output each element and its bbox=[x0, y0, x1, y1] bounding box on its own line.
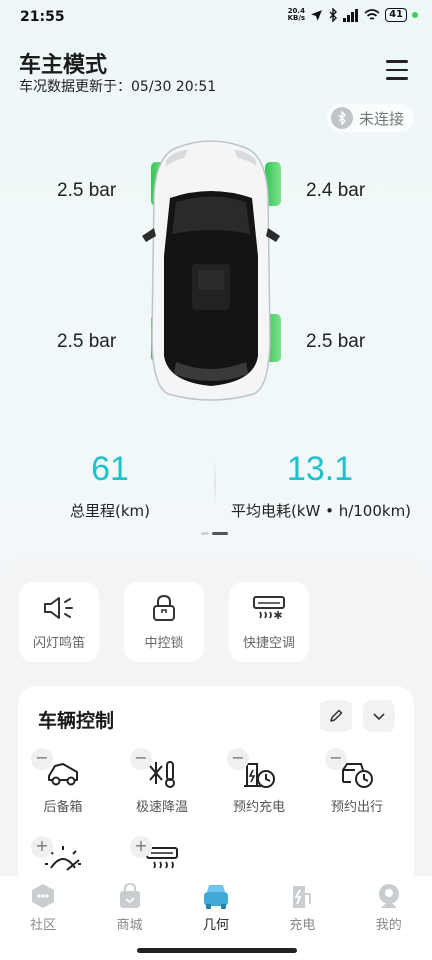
control-icon-wrap: − bbox=[312, 748, 402, 792]
page-title: 车主模式 bbox=[19, 53, 108, 78]
battery-indicator: 41 bbox=[385, 8, 407, 22]
tyre-pressure-rear-left: 2.5 bar bbox=[57, 331, 117, 352]
pencil-icon bbox=[330, 709, 343, 722]
remove-badge[interactable]: − bbox=[130, 748, 152, 770]
control-scheduled-charging[interactable]: − 预约充电 bbox=[214, 748, 304, 815]
tyre-pressure-rear-right: 2.5 bar bbox=[306, 331, 366, 352]
quick-action-label: 闪灯鸣笛 bbox=[32, 635, 85, 651]
menu-icon-line bbox=[386, 77, 408, 80]
menu-icon bbox=[386, 60, 408, 63]
page-indicator bbox=[201, 532, 228, 535]
nav-label: 社区 bbox=[30, 918, 57, 933]
quick-action-horn-flash[interactable]: 闪灯鸣笛 bbox=[19, 582, 99, 662]
add-badge[interactable]: + bbox=[130, 836, 152, 858]
signal-icon bbox=[343, 8, 359, 22]
shop-icon bbox=[119, 882, 140, 908]
consumption-label: 平均电耗(kW • h/100km) bbox=[230, 502, 412, 520]
quick-action-air-conditioner[interactable]: 快捷空调 bbox=[229, 582, 309, 662]
home-indicator[interactable] bbox=[137, 948, 297, 953]
menu-icon-line bbox=[386, 68, 408, 71]
chevron-down-icon bbox=[373, 713, 385, 721]
control-icon-wrap: + bbox=[18, 836, 108, 880]
connection-label: 未连接 bbox=[358, 109, 404, 128]
control-label: 后备箱 bbox=[43, 800, 83, 815]
bluetooth-icon bbox=[329, 8, 338, 22]
menu-button[interactable] bbox=[386, 60, 408, 80]
tyre-pressure-front-right: 2.4 bar bbox=[306, 180, 366, 201]
nav-label: 几何 bbox=[202, 918, 229, 933]
mileage-label: 总里程(km) bbox=[69, 502, 150, 520]
network-speed: 20.4 KB/s bbox=[288, 8, 305, 22]
stats-divider bbox=[214, 460, 216, 504]
charging-icon bbox=[293, 886, 312, 908]
control-heater[interactable]: + bbox=[117, 836, 207, 880]
control-label: 预约出行 bbox=[330, 800, 383, 815]
nav-label: 充电 bbox=[289, 918, 316, 933]
status-time: 21:55 bbox=[20, 9, 65, 25]
consumption-value: 13.1 bbox=[286, 450, 354, 488]
privacy-dot bbox=[412, 12, 418, 18]
connection-status[interactable]: 未连接 bbox=[326, 104, 414, 132]
car-top-view bbox=[142, 140, 281, 401]
status-icons: 20.4 KB/s 41 bbox=[288, 8, 418, 22]
location-icon bbox=[311, 9, 322, 21]
nav-profile[interactable]: 我的 bbox=[354, 882, 424, 960]
control-scheduled-trip[interactable]: − 预约出行 bbox=[312, 748, 402, 815]
horn-flash-icon bbox=[44, 596, 73, 619]
car-icon bbox=[203, 885, 228, 909]
update-time: 05/30 20:51 bbox=[131, 79, 217, 95]
nav-label: 我的 bbox=[375, 918, 402, 933]
control-label: 预约充电 bbox=[232, 800, 285, 815]
control-icon-wrap: − bbox=[117, 748, 207, 792]
quick-action-label: 快捷空调 bbox=[242, 635, 295, 651]
wifi-icon bbox=[364, 8, 380, 20]
quick-action-central-lock[interactable]: 中控锁 bbox=[124, 582, 204, 662]
collapse-button[interactable] bbox=[363, 700, 395, 732]
control-trunk[interactable]: − 后备箱 bbox=[18, 748, 108, 815]
bluetooth-icon bbox=[330, 107, 353, 129]
page-dot bbox=[201, 532, 209, 535]
control-icon-wrap: − bbox=[214, 748, 304, 792]
control-icon-wrap: + bbox=[117, 836, 207, 880]
control-sunshade[interactable]: + bbox=[18, 836, 108, 880]
add-badge[interactable]: + bbox=[31, 836, 53, 858]
update-info: 车况数据更新于：05/30 20:51 bbox=[19, 76, 216, 96]
lock-icon bbox=[153, 594, 175, 621]
tyre-pressure-front-left: 2.5 bar bbox=[57, 180, 117, 201]
vehicle-control-panel: 车辆控制 − 后备箱 − 极速降温 − 预约充电 − 预约出行 + + bbox=[18, 686, 414, 886]
network-speed-unit: KB/s bbox=[287, 14, 306, 22]
control-rapid-cooling[interactable]: − 极速降温 bbox=[117, 748, 207, 815]
page-dot-active bbox=[212, 532, 228, 535]
vehicle-control-title: 车辆控制 bbox=[38, 710, 115, 732]
nav-community[interactable]: 社区 bbox=[8, 882, 78, 960]
update-label: 车况数据更新于： bbox=[19, 79, 131, 95]
community-icon bbox=[32, 884, 55, 908]
quick-action-label: 中控锁 bbox=[144, 635, 184, 651]
remove-badge[interactable]: − bbox=[325, 748, 347, 770]
profile-icon bbox=[378, 884, 399, 908]
edit-button[interactable] bbox=[320, 700, 352, 732]
nav-label: 商城 bbox=[116, 918, 143, 933]
control-icon-wrap: − bbox=[18, 748, 108, 792]
control-label: 极速降温 bbox=[135, 800, 188, 815]
air-conditioner-icon bbox=[253, 595, 285, 619]
mileage-value: 61 bbox=[91, 450, 129, 488]
remove-badge[interactable]: − bbox=[31, 748, 53, 770]
remove-badge[interactable]: − bbox=[227, 748, 249, 770]
